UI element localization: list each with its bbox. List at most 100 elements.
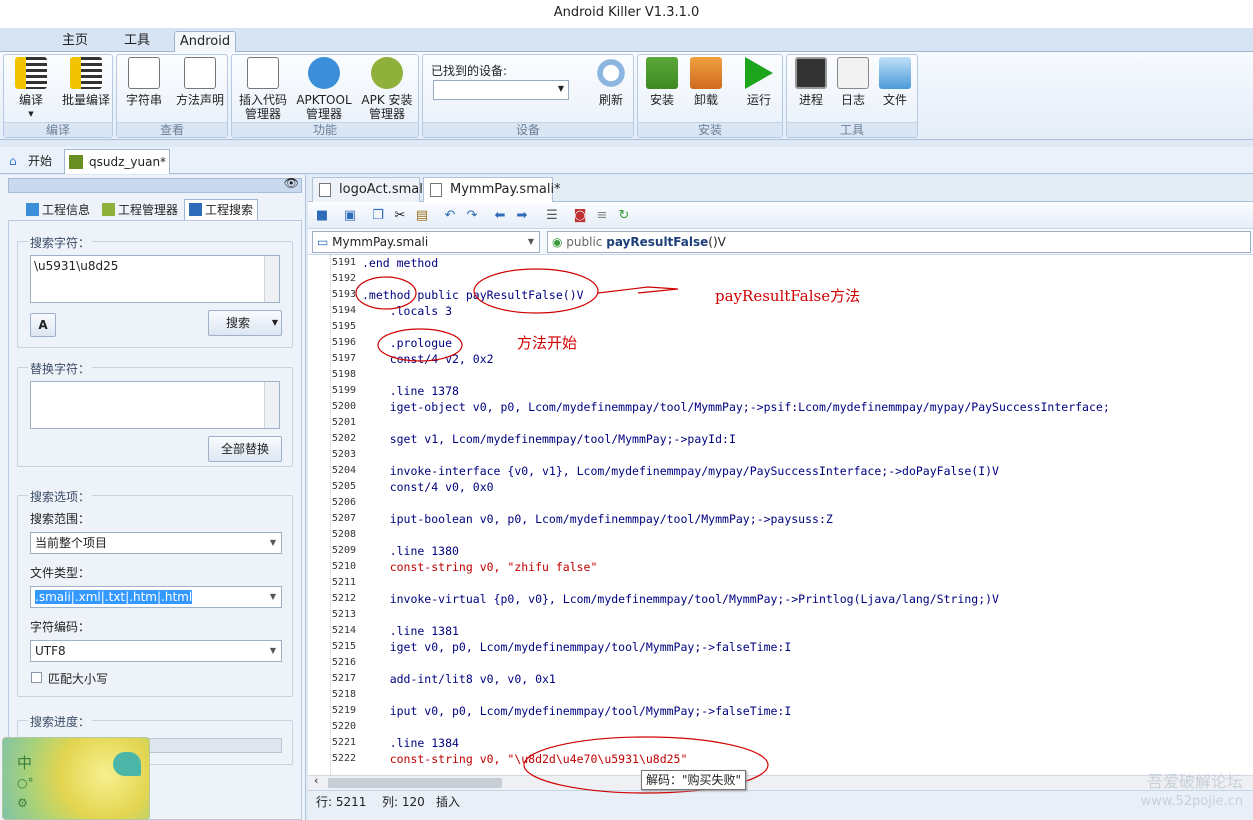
redo-icon[interactable]: ↷	[464, 208, 480, 224]
scope-select[interactable]: 当前整个项目 ▼	[30, 532, 282, 554]
tab-project-label: qsudz_yuan*	[89, 155, 167, 169]
line-number: 5193	[331, 289, 356, 300]
project-icon	[69, 155, 83, 169]
cut-icon[interactable]: ✂	[392, 208, 408, 224]
tab-logoact-smali[interactable]: logoAct.smali	[312, 177, 426, 202]
insert-code-manager-button[interactable]: 插入代码管理器	[235, 57, 291, 121]
line-number: 5222	[331, 753, 356, 764]
apktool-manager-button[interactable]: APKTOOL管理器	[294, 57, 354, 121]
back-arrow-icon[interactable]: ⬅	[492, 208, 508, 224]
method-declaration-icon	[184, 57, 216, 89]
code-text: const-string v0, "zhifu false"	[362, 560, 598, 574]
search-input-scrollbar[interactable]	[264, 256, 279, 302]
file-combo[interactable]: ▭ MymmPay.smali ▼	[312, 231, 540, 253]
copy-icon[interactable]: ❐	[370, 208, 386, 224]
line-number: 5215	[331, 641, 356, 652]
filetype-label: 文件类型：	[30, 566, 91, 580]
run-button[interactable]: 运行	[738, 57, 780, 107]
tab-start-label: 开始	[28, 154, 53, 168]
replace-label: 替换字符：	[28, 360, 93, 377]
tab-mymmpay-smali[interactable]: MymmPay.smali*	[423, 177, 561, 202]
replace-input[interactable]	[30, 381, 280, 429]
status-row: 行: 5211	[316, 795, 367, 809]
batch-compile-button[interactable]: 批量编译	[62, 57, 110, 107]
forward-arrow-icon[interactable]: ➡	[514, 208, 530, 224]
lock-icon[interactable]: ■	[314, 208, 330, 224]
code-view[interactable]: 5191 .end method 5192 5193 .method public pa…	[308, 255, 1253, 775]
file-icon: ▭	[317, 235, 333, 249]
progress-label: 搜索进度：	[28, 713, 93, 730]
save-icon[interactable]: ▣	[342, 208, 358, 224]
uninstall-button[interactable]: 卸载	[686, 57, 726, 107]
tab-home[interactable]: 主页	[50, 31, 100, 52]
replace-all-button[interactable]: 全部替换	[208, 436, 282, 462]
settings-icon[interactable]: ⚙	[17, 796, 28, 810]
device-label: 已找到的设备:	[431, 64, 508, 78]
group-title-view: 查看	[117, 122, 227, 137]
tab-project[interactable]: qsudz_yuan*	[64, 149, 170, 174]
terminal-icon	[795, 57, 827, 89]
home-icon: ⌂	[9, 154, 17, 168]
line-number: 5208	[331, 529, 356, 540]
desktop-widget[interactable]: 中 ○° ⚙	[2, 737, 150, 820]
search-label: 搜索字符：	[28, 234, 93, 251]
chevron-down-icon[interactable]: ▼	[272, 311, 278, 335]
format-icon[interactable]: ☰	[544, 208, 560, 224]
eye-icon[interactable]: 👁	[284, 176, 299, 190]
code-text: .end method	[362, 256, 439, 270]
search-input[interactable]: \u5931\u8d25	[30, 255, 280, 303]
undo-icon[interactable]: ↶	[442, 208, 458, 224]
match-case-checkbox[interactable]	[31, 672, 42, 683]
apk-install-manager-button[interactable]: APK 安装管理器	[358, 57, 416, 121]
method-declaration-button[interactable]: 方法声明	[175, 57, 225, 107]
compile-button[interactable]: 编译 ▼	[8, 57, 54, 121]
decode-tooltip: 解码："购买失败"	[641, 770, 747, 790]
method-combo[interactable]: ◉ public payResultFalse()V	[547, 231, 1251, 253]
refresh-button[interactable]: 刷新	[591, 57, 631, 107]
chevron-down-icon: ▼	[269, 592, 276, 601]
line-number: 5202	[331, 433, 356, 444]
tab-android[interactable]: Android	[174, 31, 236, 52]
code-text: const/4 v0, 0x0	[362, 480, 494, 494]
replace-input-scrollbar[interactable]	[264, 382, 279, 428]
tab-tools[interactable]: 工具	[112, 31, 162, 52]
ribbon: 编译 ▼ 批量编译 编译 字符串 方法声明 查看 插入代码管理器 APKTOOL管…	[0, 52, 1253, 140]
file-icon	[319, 183, 331, 197]
chevron-left-icon[interactable]: ‹	[314, 774, 318, 787]
line-number: 5192	[331, 273, 356, 284]
file-label: 文件	[882, 93, 907, 107]
process-button[interactable]: 进程	[791, 57, 831, 107]
filetype-select[interactable]: .smali|.xml|.txt|.htm|.html ▼	[30, 586, 282, 608]
font-button[interactable]: A	[30, 313, 56, 337]
code-text: .line 1384	[362, 736, 459, 750]
file-button[interactable]: 文件	[875, 57, 915, 107]
install-label: 安装	[649, 93, 674, 107]
list-icon[interactable]: ≡	[594, 208, 610, 224]
encoding-select[interactable]: UTF8 ▼	[30, 640, 282, 662]
tab-project-search[interactable]: 工程搜索	[184, 199, 259, 220]
log-button[interactable]: 日志	[833, 57, 873, 107]
code-text: .prologue	[362, 336, 453, 350]
options-label: 搜索选项：	[28, 488, 93, 505]
scroll-thumb[interactable]	[328, 778, 502, 788]
status-mode: 插入	[436, 795, 461, 809]
paste-icon[interactable]: ▤	[414, 208, 430, 224]
chevron-down-icon: ▼	[557, 84, 564, 93]
android-icon	[371, 57, 403, 89]
device-select[interactable]: ▼	[433, 80, 569, 100]
tab-logoact-label: logoAct.smali	[339, 182, 427, 197]
line-number: 5211	[331, 577, 356, 588]
chevron-down-icon: ▼	[269, 646, 276, 655]
tab-project-info[interactable]: 工程信息	[24, 200, 90, 220]
group-title-device: 设备	[423, 122, 633, 137]
search-button[interactable]: 搜索 ▼	[208, 310, 282, 336]
tab-project-manager[interactable]: 工程管理器	[100, 200, 178, 220]
install-button[interactable]: 安装	[642, 57, 682, 107]
tab-start[interactable]: ⌂ 开始	[4, 149, 62, 174]
code-text: sget v1, Lcom/mydefinemmpay/tool/MymmPay…	[362, 432, 736, 446]
strings-button[interactable]: 字符串	[120, 57, 168, 107]
refresh-icon[interactable]: ↻	[616, 208, 632, 224]
group-install: 安装 卸载 运行 安装	[637, 54, 783, 138]
horizontal-scrollbar[interactable]: ‹	[308, 774, 1253, 790]
java-icon[interactable]: ◙	[572, 208, 588, 224]
